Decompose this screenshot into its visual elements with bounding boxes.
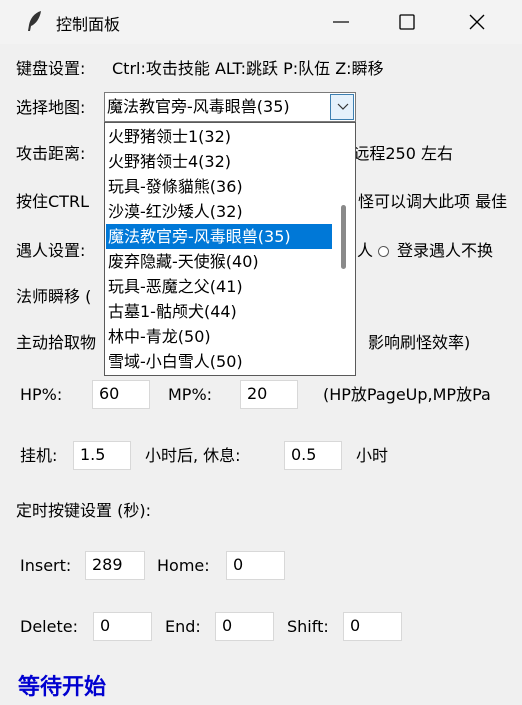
end-input[interactable]: 0	[215, 612, 274, 641]
hold-ctrl-suffix: 怪可以调大此项 最佳	[358, 192, 508, 211]
hangup-after-label: 小时后, 休息:	[145, 446, 241, 465]
map-option[interactable]: 火野猪领士1(32)	[106, 124, 332, 149]
map-option[interactable]: 雪域-小白雪人(50)	[106, 349, 332, 374]
encounter-option-2-label: 登录遇人不换	[397, 241, 494, 260]
keyboard-label: 键盘设置:	[16, 59, 86, 78]
hangup-label: 挂机:	[20, 446, 58, 465]
map-select-toggle[interactable]	[330, 94, 354, 120]
pickup-suffix: 影响刷怪效率)	[368, 333, 471, 352]
encounter-label: 遇人设置:	[16, 241, 86, 260]
hp-label: HP%:	[20, 385, 63, 404]
timer-label: 定时按键设置 (秒):	[16, 501, 151, 520]
insert-label: Insert:	[20, 556, 72, 575]
feather-icon	[28, 11, 41, 31]
map-option[interactable]: 古墓1-骷颅犬(44)	[106, 299, 332, 324]
encounter-option-1-label: 人	[357, 241, 374, 260]
hangup-unit: 小时	[356, 446, 389, 465]
minimize-icon	[333, 21, 349, 23]
map-option[interactable]: 废弃隐藏-天使猴(40)	[106, 249, 332, 274]
mp-input[interactable]: 20	[240, 380, 298, 409]
mage-label: 法师瞬移 (	[16, 287, 92, 306]
shift-input[interactable]: 0	[343, 612, 402, 641]
map-select[interactable]: 魔法教官旁-风毒眼兽(35)	[104, 92, 356, 122]
minimize-button[interactable]	[311, 0, 371, 44]
map-option-selected[interactable]: 魔法教官旁-风毒眼兽(35)	[106, 224, 332, 249]
map-option[interactable]: 火野猪领士4(32)	[106, 149, 332, 174]
attack-label: 攻击距离:	[16, 144, 86, 163]
dropdown-scrollbar[interactable]	[333, 123, 355, 375]
map-dropdown-list[interactable]: 火野猪领士1(32) 火野猪领士4(32) 玩具-發條貓熊(36) 沙漠-红沙矮…	[104, 122, 356, 376]
hold-ctrl-label: 按住CTRL	[16, 192, 89, 211]
window-title: 控制面板	[56, 15, 121, 34]
delete-input[interactable]: 0	[93, 612, 152, 641]
insert-input[interactable]: 289	[85, 551, 145, 580]
map-option[interactable]: 沙漠-红沙矮人(32)	[106, 199, 332, 224]
mp-label: MP%:	[168, 385, 213, 404]
delete-label: Delete:	[20, 617, 78, 636]
close-button[interactable]	[447, 0, 507, 44]
map-option[interactable]: 玩具-恶魔之父(41)	[106, 274, 332, 299]
hp-input[interactable]: 60	[92, 380, 150, 409]
scrollbar-thumb[interactable]	[341, 205, 346, 269]
end-label: End:	[165, 617, 201, 636]
shift-label: Shift:	[287, 617, 329, 636]
home-input[interactable]: 0	[226, 551, 285, 580]
keyboard-value: Ctrl:攻击技能 ALT:跳跃 P:队伍 Z:瞬移	[112, 59, 384, 78]
pickup-label: 主动拾取物	[16, 333, 97, 352]
map-label: 选择地图:	[16, 98, 86, 117]
maximize-button[interactable]	[377, 0, 437, 44]
attack-suffix: ) 远程250 左右	[342, 144, 453, 163]
encounter-radio-2[interactable]	[378, 246, 389, 257]
chevron-down-icon	[337, 103, 349, 110]
hangup-hours-input[interactable]: 1.5	[73, 441, 131, 470]
map-option[interactable]: 玩具-發條貓熊(36)	[106, 174, 332, 199]
status-text: 等待开始	[18, 675, 107, 700]
maximize-icon	[399, 14, 415, 30]
map-select-value: 魔法教官旁-风毒眼兽(35)	[107, 97, 290, 116]
map-option[interactable]: 林中-青龙(50)	[106, 324, 332, 349]
title-bar: 控制面板	[0, 0, 522, 44]
home-label: Home:	[157, 556, 210, 575]
close-icon	[469, 14, 485, 30]
hpmp-note: (HP放PageUp,MP放Pa	[323, 385, 491, 404]
rest-hours-input[interactable]: 0.5	[284, 441, 342, 470]
